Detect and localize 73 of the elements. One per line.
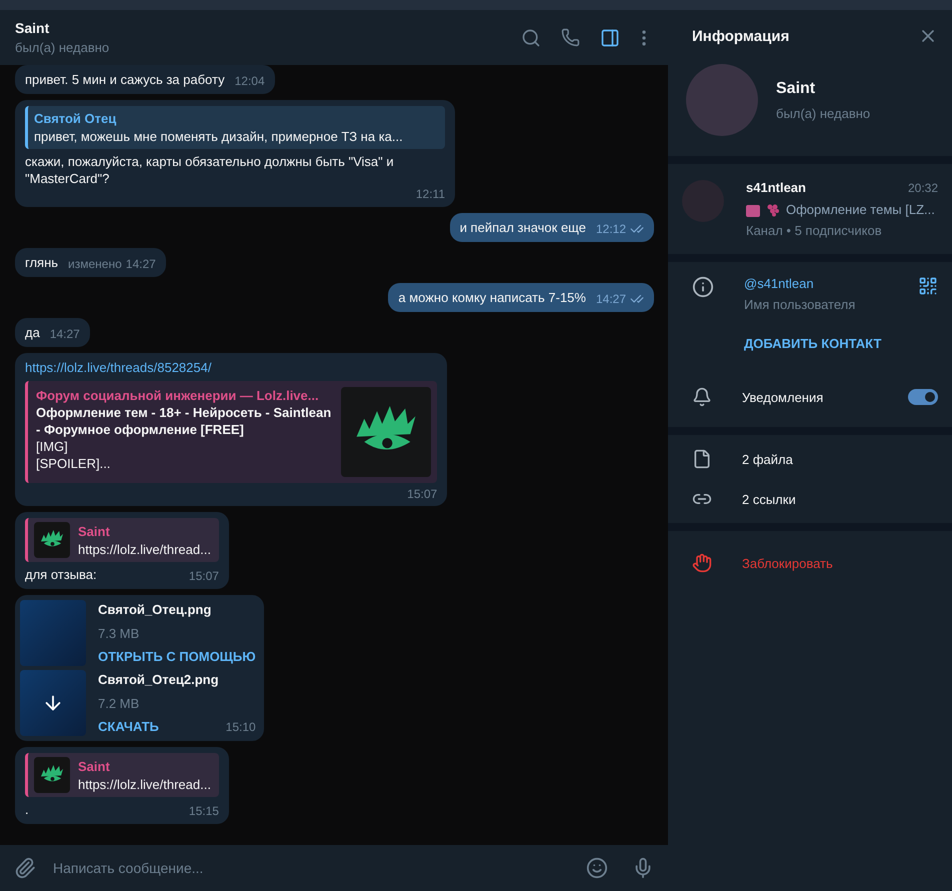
media-link[interactable]: 2 ссылки	[742, 490, 796, 508]
reply-quote[interactable]: Святой Отец привет, можешь мне поменять дизайн, примерное ТЗ на ка...	[25, 106, 445, 149]
file-size: 7.2 MB	[98, 696, 140, 710]
message-text: скажи, пожалуйста, карты обязательно должны быть "Visa" и "MasterCard"?	[25, 153, 395, 187]
channel-meta: Канал • 5 подписчиков	[746, 223, 883, 238]
reply-text: https://lolz.live/thread...	[78, 540, 211, 558]
message-link[interactable]: https://lolz.live/threads/8528254/	[25, 359, 438, 377]
add-contact-button[interactable]: ДОБАВИТЬ КОНТАКТ	[744, 336, 882, 351]
notifications-toggle[interactable]	[908, 389, 938, 405]
reply-author: Saint	[78, 522, 111, 540]
message-time: 14:27	[596, 292, 626, 306]
message-text: глянь	[25, 254, 58, 271]
file-icon	[692, 449, 712, 469]
message-text: для отзыва:	[25, 566, 97, 583]
link-preview[interactable]: Форум социальной инженерии — Lolz.live... Оформление тем - 18+ - Нейросеть - Saintlean - Форумное оформление [FREE] [IMG] [SPOILER]...	[25, 381, 438, 483]
username-label: Имя пользователя	[744, 297, 856, 312]
notifications-label: Уведомления	[742, 388, 824, 406]
message-composer[interactable]: Написать сообщение...	[0, 845, 668, 891]
channel-preview: Оформление темы [LZ...	[786, 202, 935, 217]
call-button[interactable]	[561, 28, 580, 47]
message-input[interactable]: Написать сообщение...	[50, 860, 572, 876]
message-time: 12:04	[234, 74, 265, 88]
side-panel-button[interactable]	[600, 28, 620, 48]
reply-quote[interactable]: Saint https://lolz.live/thread...	[25, 753, 219, 797]
preview-site: Форум социальной инженерии — Lolz.live...	[36, 387, 320, 404]
block-button[interactable]: Заблокировать	[742, 554, 833, 572]
search-button[interactable]	[521, 28, 541, 48]
reply-text: привет, можешь мне поменять дизайн, примерное ТЗ на ка...	[34, 128, 403, 145]
qr-code-button[interactable]	[918, 276, 938, 296]
message-time: 12:11	[416, 187, 445, 201]
emoji-button[interactable]	[586, 857, 608, 879]
message-text: и пейпал значок еще	[460, 219, 586, 236]
bell-icon	[692, 387, 712, 407]
preview-line: Оформление тем - 18+ - Нейросеть - Saintlean	[36, 404, 332, 421]
message-time: 15:07	[188, 569, 219, 583]
info-icon	[692, 276, 714, 298]
message-time: 15:15	[188, 804, 219, 818]
chat-title: Saint	[15, 20, 50, 36]
file-action[interactable]: ОТКРЫТЬ С ПОМОЩЬЮ	[98, 649, 256, 664]
file-name: Святой_Отец.png	[98, 602, 212, 617]
message-time: 14:27	[50, 327, 80, 341]
profile-status: был(а) недавно	[776, 106, 872, 120]
file-thumbnail[interactable]	[20, 600, 86, 666]
channel-name[interactable]: s41ntlean	[746, 180, 806, 195]
message-text: .	[25, 801, 29, 818]
file-action[interactable]: СКАЧАТЬ	[98, 719, 159, 734]
panel-title: Информация	[692, 28, 790, 44]
message-time: 12:12	[596, 222, 626, 236]
preview-line: - Форумное оформление [FREE]	[36, 421, 245, 438]
preview-line: [IMG]	[36, 438, 69, 455]
chat-status: был(а) недавно	[15, 40, 110, 55]
edited-label: изменено	[68, 257, 122, 271]
reply-quote[interactable]: Saint https://lolz.live/thread...	[25, 518, 219, 562]
message-time: 14:27	[126, 257, 156, 271]
message-time: 15:07	[407, 487, 438, 501]
message-text: а можно комку написать 7-15%	[398, 289, 586, 306]
media-link[interactable]: 2 файла	[742, 450, 793, 468]
hand-icon	[692, 553, 712, 573]
reply-author: Святой Отец	[34, 110, 118, 127]
message-text: привет. 5 мин и сажусь за работу	[25, 71, 225, 88]
attach-button[interactable]	[14, 857, 36, 879]
message-text: да	[25, 324, 40, 341]
image-thumbnail-icon	[746, 205, 760, 217]
reply-text: https://lolz.live/thread...	[78, 776, 211, 792]
file-thumbnail[interactable]	[20, 670, 86, 736]
channel-time: 20:32	[908, 181, 938, 195]
username-value[interactable]: @s41ntlean	[744, 276, 888, 291]
file-name: Святой_Отец2.png	[98, 672, 220, 687]
preview-line: [SPOILER]...	[36, 455, 112, 472]
profile-name: Saint	[776, 80, 816, 98]
file-size: 7.3 MB	[98, 626, 140, 640]
reply-author: Saint	[78, 758, 111, 774]
message-time: 15:10	[226, 720, 256, 734]
